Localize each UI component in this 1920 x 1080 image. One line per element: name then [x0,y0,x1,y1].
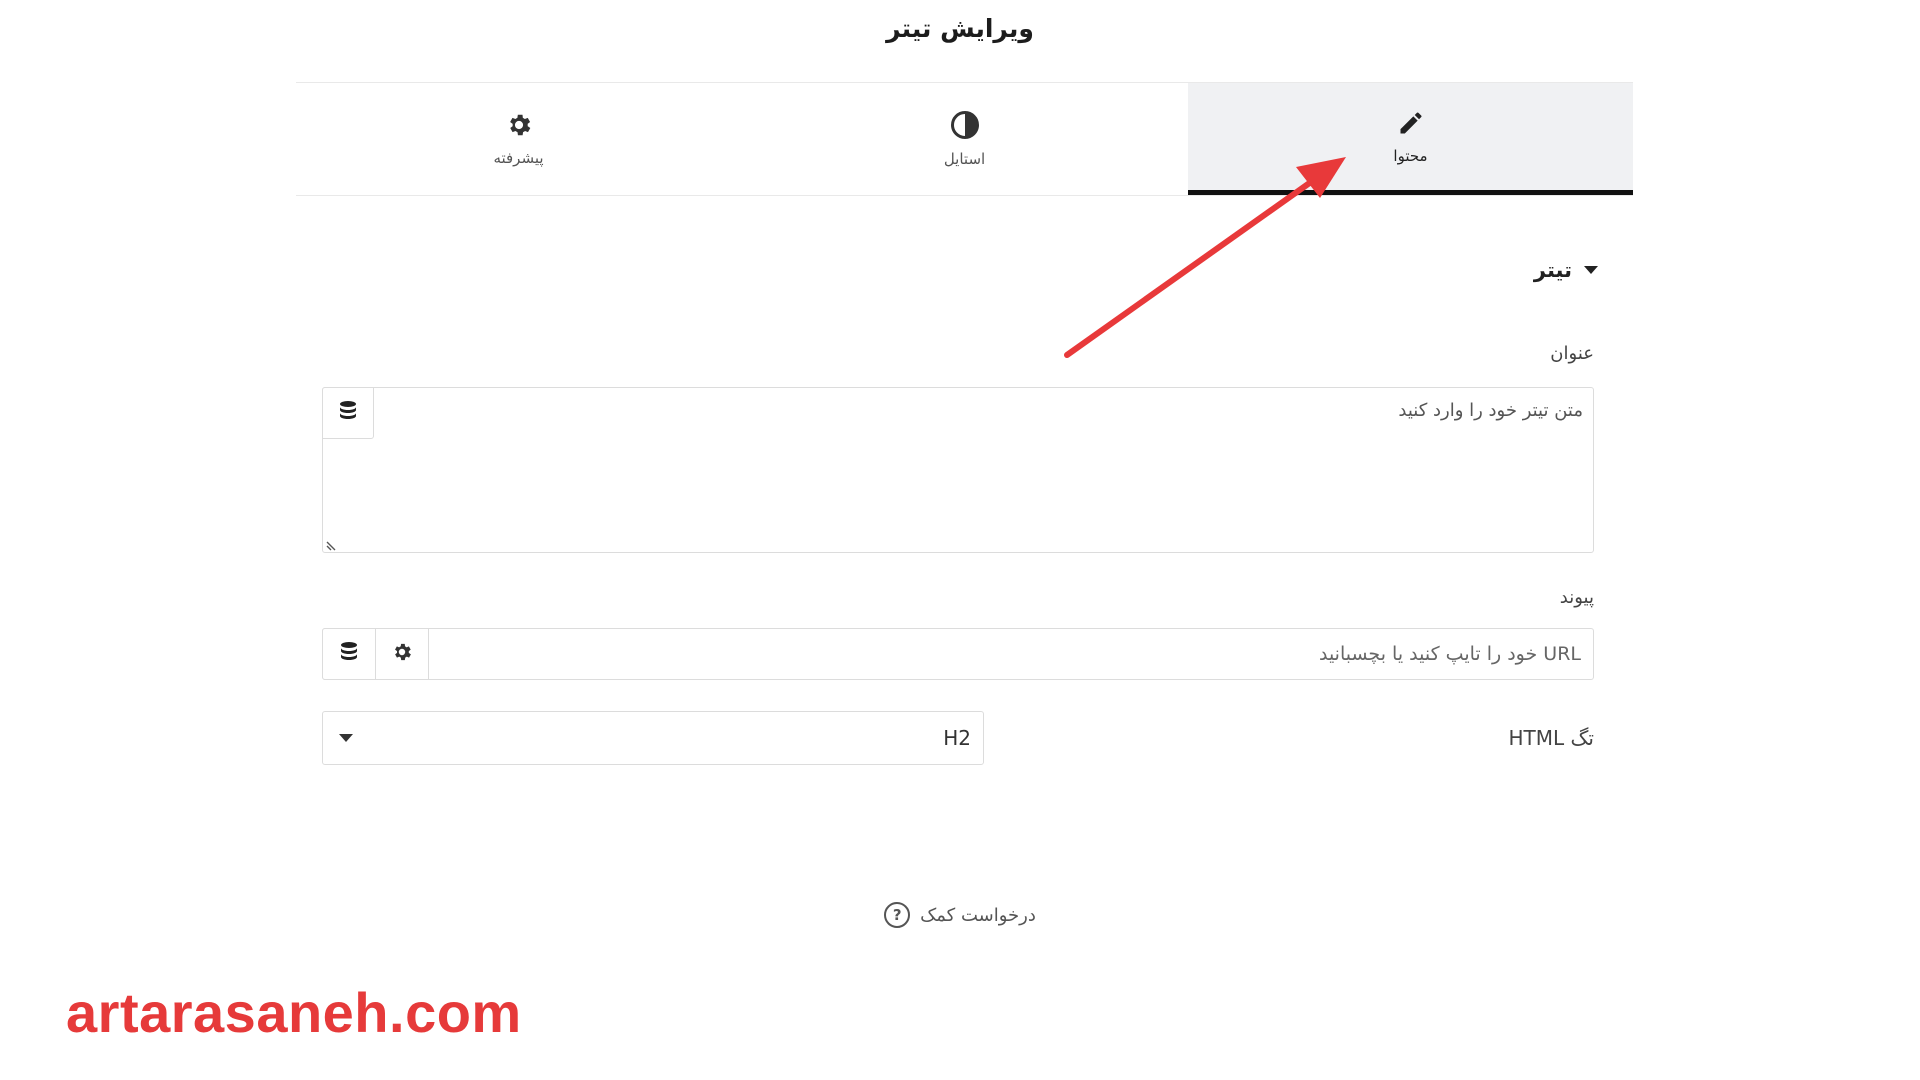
tab-style-label: استایل [943,150,986,168]
tab-bar: پیشرفته استایل محتوا [296,82,1633,196]
link-dynamic-tags-button[interactable] [322,628,376,680]
tab-content[interactable]: محتوا [1188,83,1633,195]
tab-advanced-label: پیشرفته [493,149,544,167]
gear-icon [505,111,533,139]
arrow-shaft [1064,169,1328,358]
html-tag-label: تگ HTML [1508,726,1594,750]
help-link[interactable]: درخواست کمک ? [0,902,1920,928]
dynamic-tags-button[interactable] [322,387,374,439]
caret-down-icon [1584,266,1598,274]
help-label: درخواست کمک [920,904,1036,926]
tab-style[interactable]: استایل [742,83,1187,195]
watermark-text: artarasaneh.com [66,981,522,1044]
pencil-icon [1397,109,1425,137]
link-input[interactable]: URL خود را تایپ کنید یا بچسبانید [322,628,1594,680]
panel-title: ویرایش تیتر [886,14,1034,43]
tab-content-label: محتوا [1393,146,1428,165]
html-tag-select[interactable]: H2 [322,711,984,765]
tab-advanced[interactable]: پیشرفته [296,83,741,195]
title-field-label: عنوان [1550,343,1594,364]
section-title: تیتر [1533,258,1572,282]
gear-icon [391,641,413,667]
database-icon [338,400,358,426]
half-circle-icon [950,110,980,140]
section-header-title[interactable]: تیتر [1534,258,1598,282]
chevron-down-icon [339,734,353,742]
database-icon [339,641,359,667]
link-options-button[interactable] [375,628,429,680]
question-circle-icon: ? [884,902,911,928]
html-tag-value: H2 [943,726,971,750]
title-textarea[interactable]: متن تیتر خود را وارد کنید [322,387,1594,553]
link-placeholder: URL خود را تایپ کنید یا بچسبانید [1318,643,1581,665]
title-placeholder: متن تیتر خود را وارد کنید [1398,400,1583,421]
link-field-label: پیوند [1559,587,1594,608]
resize-handle-icon[interactable] [326,536,340,551]
